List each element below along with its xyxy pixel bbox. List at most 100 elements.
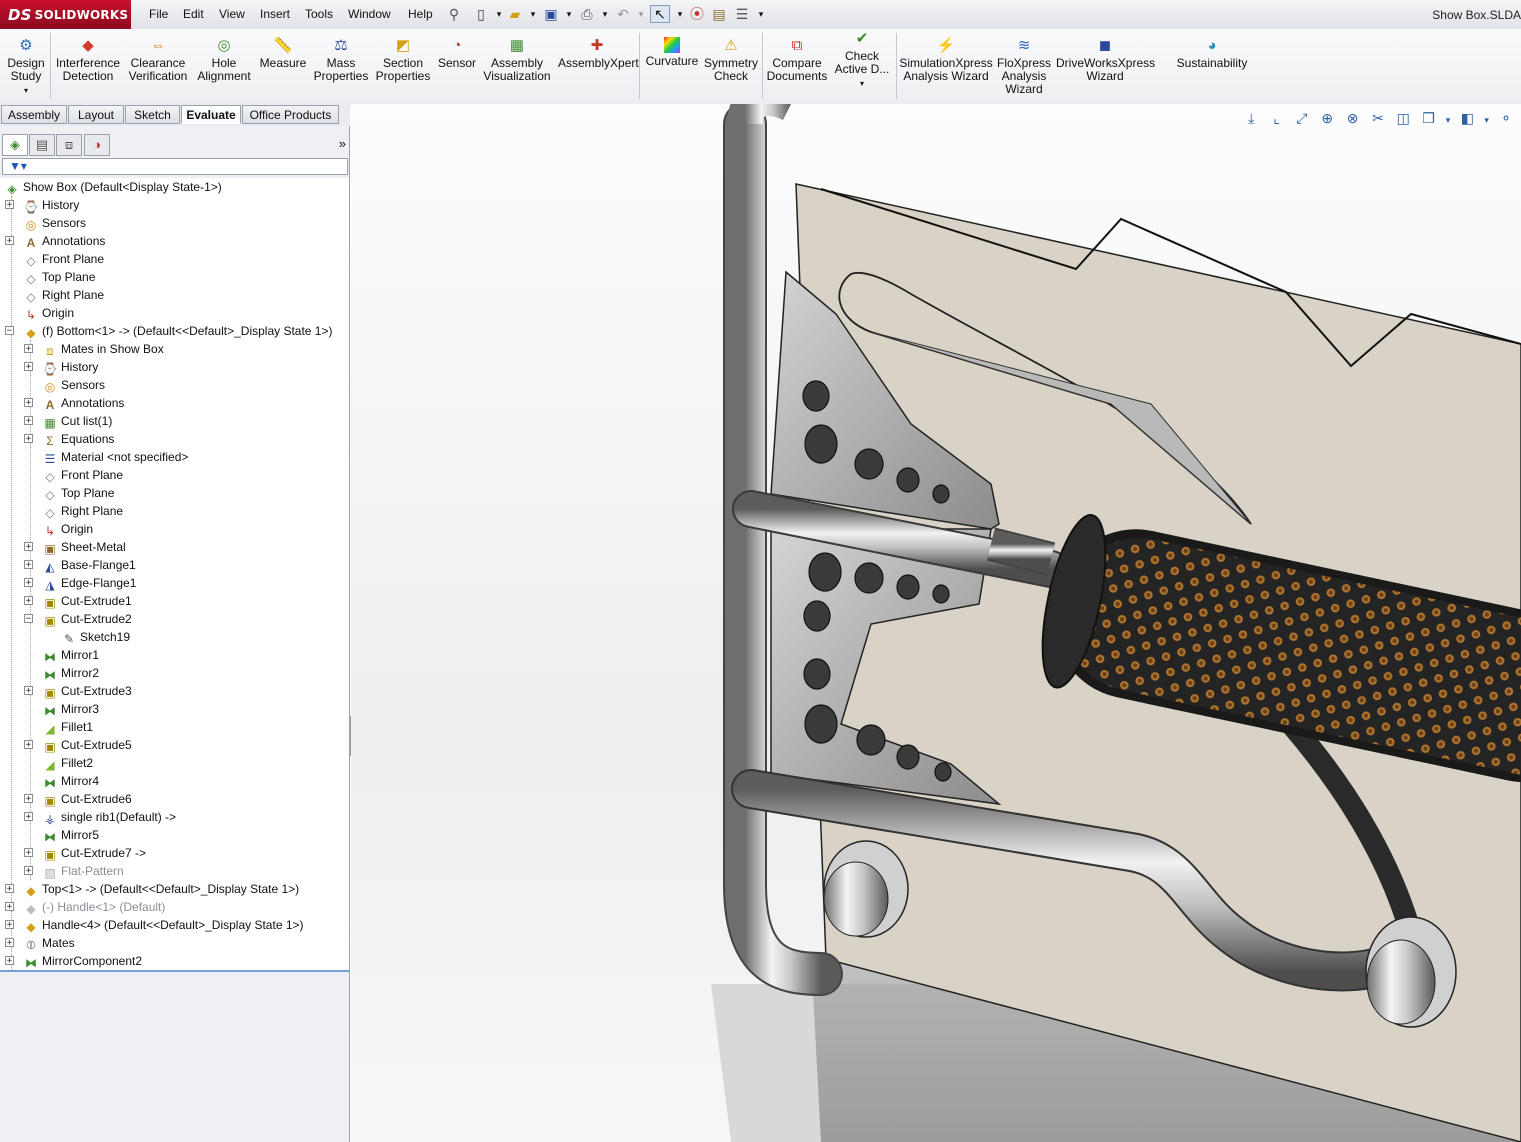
expand-plus-icon[interactable]: +	[5, 902, 14, 912]
symmetry-check-button[interactable]: ⚠ Symmetry Check	[703, 37, 759, 83]
display-style-icon[interactable]: ❒	[1418, 110, 1440, 127]
expand-plus-icon[interactable]: +	[5, 884, 14, 894]
file-properties-icon[interactable]: ▤	[710, 5, 728, 23]
propertymanager-tab-icon[interactable]: ▤	[29, 134, 55, 156]
expand-plus-icon[interactable]: +	[24, 740, 33, 750]
tree-item-mirror5[interactable]: ⧓ Mirror5	[42, 826, 99, 844]
tree-item-mirror4[interactable]: ⧓ Mirror4	[42, 772, 99, 790]
expand-plus-icon[interactable]: +	[5, 236, 14, 246]
chevron-down-icon[interactable]: ▾	[860, 79, 864, 88]
expand-plus-icon[interactable]: +	[5, 920, 14, 930]
expand-plus-icon[interactable]: +	[24, 398, 33, 408]
open-folder-icon[interactable]: ▰	[506, 5, 524, 23]
zoom-to-fit-icon[interactable]: ⤓	[1240, 110, 1262, 127]
measure-button[interactable]: 📏 Measure	[256, 37, 310, 70]
tree-item-origin[interactable]: ↳ Origin	[23, 304, 74, 322]
expand-plus-icon[interactable]: +	[24, 362, 33, 372]
tree-item-sensors[interactable]: ◎ Sensors	[42, 376, 105, 394]
chevron-down-icon[interactable]: ▾	[752, 5, 770, 23]
clearance-verification-button[interactable]: ⇔ Clearance Verification	[125, 37, 191, 83]
undo-icon[interactable]: ↶	[614, 5, 632, 23]
tree-item-sketch19[interactable]: ✎ Sketch19	[61, 628, 130, 646]
tree-item-fillet1[interactable]: ◢ Fillet1	[42, 718, 93, 736]
assemblyxpert-button[interactable]: ✚ AssemblyXpert	[558, 37, 639, 70]
tree-root[interactable]: ◈ Show Box (Default<Display State-1>)	[4, 178, 221, 196]
tree-item-mirror2[interactable]: ⧓ Mirror2	[42, 664, 99, 682]
chevron-down-icon[interactable]: ▾	[560, 5, 578, 23]
expand-plus-icon[interactable]: +	[5, 200, 14, 210]
expand-plus-icon[interactable]: +	[24, 434, 33, 444]
new-document-icon[interactable]: ▯	[472, 5, 490, 23]
tree-item-top-plane[interactable]: ◇ Top Plane	[23, 268, 95, 286]
tree-item-right-plane[interactable]: ◇ Right Plane	[42, 502, 123, 520]
expand-plus-icon[interactable]: +	[24, 596, 33, 606]
tab-sketch[interactable]: Sketch	[125, 105, 180, 124]
tree-item-origin[interactable]: ↳ Origin	[42, 520, 93, 538]
tree-item-cut-extrude6[interactable]: + ▣ Cut-Extrude6	[24, 790, 132, 808]
menu-view[interactable]: View	[219, 7, 245, 21]
tree-item-top-part[interactable]: + ◆ Top<1> -> (Default<<Default>_Display …	[5, 880, 299, 898]
tree-item-right-plane[interactable]: ◇ Right Plane	[23, 286, 104, 304]
tree-item-annotations[interactable]: + A Annotations	[5, 232, 105, 250]
rebuild-traffic-light-icon[interactable]: ⦿	[688, 5, 706, 23]
tree-item-cut-extrude1[interactable]: + ▣ Cut-Extrude1	[24, 592, 132, 610]
expand-plus-icon[interactable]: +	[24, 344, 33, 354]
tree-item-bottom-part[interactable]: − ◆ (f) Bottom<1> -> (Default<<Default>_D…	[5, 322, 332, 340]
expand-plus-icon[interactable]: +	[24, 542, 33, 552]
compare-documents-button[interactable]: ⧉ Compare Documents	[765, 37, 829, 83]
mass-properties-button[interactable]: ⚖ Mass Properties	[312, 37, 370, 83]
view-orientation-icon[interactable]: ◫	[1392, 110, 1414, 127]
tree-item-cut-extrude7[interactable]: + ▣ Cut-Extrude7 ->	[24, 844, 146, 862]
expand-plus-icon[interactable]: +	[24, 416, 33, 426]
expand-plus-icon[interactable]: +	[24, 794, 33, 804]
save-icon[interactable]: ▣	[542, 5, 560, 23]
options-icon[interactable]: ☰	[733, 5, 751, 23]
expand-plus-icon[interactable]: +	[24, 866, 33, 876]
featuremanager-tab-icon[interactable]: ◈	[2, 134, 28, 156]
chevron-down-icon[interactable]: ▾	[524, 5, 542, 23]
tree-item-edge-flange1[interactable]: + ◮ Edge-Flange1	[24, 574, 136, 592]
chevron-down-icon[interactable]: ▾	[1482, 115, 1492, 126]
menu-file[interactable]: File	[149, 7, 168, 21]
menu-window[interactable]: Window	[348, 7, 391, 21]
zoom-to-area-icon[interactable]: ⌞	[1266, 110, 1288, 127]
collapse-minus-icon[interactable]: −	[5, 326, 14, 336]
tree-item-cut-extrude3[interactable]: + ▣ Cut-Extrude3	[24, 682, 132, 700]
tab-evaluate[interactable]: Evaluate	[181, 105, 241, 124]
menu-insert[interactable]: Insert	[260, 7, 290, 21]
tree-item-mirror1[interactable]: ⧓ Mirror1	[42, 646, 99, 664]
tree-item-fillet2[interactable]: ◢ Fillet2	[42, 754, 93, 772]
expand-plus-icon[interactable]: +	[24, 578, 33, 588]
tree-item-history[interactable]: + ⌚ History	[24, 358, 98, 376]
expand-plus-icon[interactable]: +	[24, 560, 33, 570]
tree-item-front-plane[interactable]: ◇ Front Plane	[42, 466, 123, 484]
sensor-button[interactable]: ◔ Sensor	[435, 37, 479, 70]
tree-item-top-plane[interactable]: ◇ Top Plane	[42, 484, 114, 502]
tree-item-handle4[interactable]: + ◆ Handle<4> (Default<<Default>_Display …	[5, 916, 304, 934]
tree-item-history[interactable]: + ⌚ History	[5, 196, 79, 214]
model-view[interactable]	[351, 104, 1521, 1142]
print-icon[interactable]: ⎙	[578, 5, 596, 23]
floxpress-button[interactable]: ≋ FloXpress Analysis Wizard	[996, 37, 1052, 96]
tree-item-mirror-component2[interactable]: + ⧓ MirrorComponent2	[5, 952, 142, 970]
tree-item-handle1[interactable]: + ◆ (-) Handle<1> (Default)	[5, 898, 165, 916]
tree-item-sheet-metal[interactable]: + ▣ Sheet-Metal	[24, 538, 126, 556]
tab-assembly[interactable]: Assembly	[1, 105, 67, 124]
section-properties-button[interactable]: ◩ Section Properties	[373, 37, 433, 83]
chevron-down-icon[interactable]: ▾	[671, 5, 689, 23]
expand-plus-icon[interactable]: +	[24, 686, 33, 696]
tree-item-front-plane[interactable]: ◇ Front Plane	[23, 250, 104, 268]
curvature-button[interactable]: Curvature	[643, 37, 701, 68]
tree-item-cut-extrude5[interactable]: + ▣ Cut-Extrude5	[24, 736, 132, 754]
simulationxpress-button[interactable]: ⚡ SimulationXpress Analysis Wizard	[899, 37, 993, 83]
chevron-down-icon[interactable]: ▾	[1443, 115, 1453, 126]
menu-edit[interactable]: Edit	[183, 7, 204, 21]
tab-layout[interactable]: Layout	[68, 105, 124, 124]
interference-detection-button[interactable]: ◆ Interference Detection	[54, 37, 122, 83]
tree-item-mates[interactable]: + ⦶ Mates	[5, 934, 75, 952]
zoom-icon[interactable]: ⊕	[1316, 110, 1338, 127]
chevron-down-icon[interactable]: ▾	[24, 86, 28, 95]
menu-tools[interactable]: Tools	[305, 7, 333, 21]
tree-item-equations[interactable]: + Σ Equations	[24, 430, 114, 448]
chevron-down-icon[interactable]: ▾	[596, 5, 614, 23]
